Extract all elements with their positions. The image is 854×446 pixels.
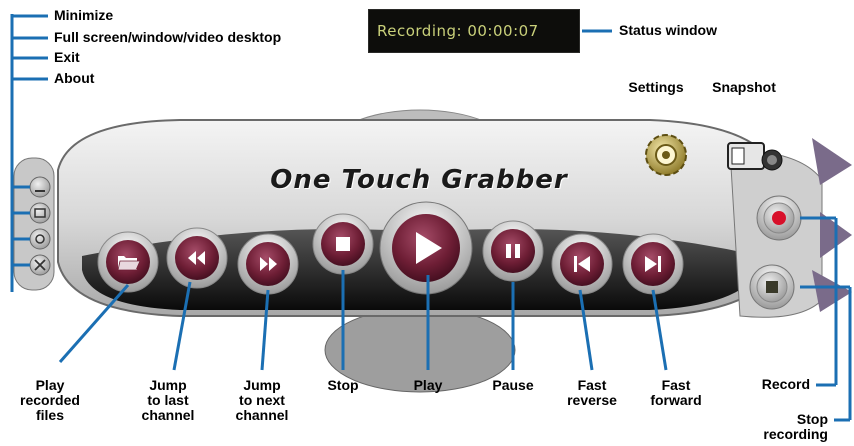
fast-forward-button[interactable] [622, 233, 684, 295]
about-button[interactable] [29, 254, 51, 276]
callout-pause: Pause [492, 377, 534, 393]
gear-icon [645, 134, 687, 176]
callout-about: About [54, 70, 95, 86]
pause-button[interactable] [482, 220, 544, 282]
callout-line: Jump [149, 377, 187, 393]
callout-play: Play [413, 377, 443, 393]
callout-line: recording [763, 426, 828, 442]
callout-line: channel [235, 407, 289, 423]
callout-line: channel [141, 407, 195, 423]
callout-fast-reverse: Fast reverse [557, 378, 627, 408]
settings-button[interactable] [645, 134, 687, 176]
callout-jump-last: Jump to last channel [128, 378, 208, 423]
callout-status-window: Status window [619, 22, 717, 38]
jump-last-channel-button[interactable] [166, 227, 228, 289]
play-recorded-files-button[interactable] [97, 231, 159, 293]
callout-line: reverse [567, 392, 617, 408]
callout-snapshot: Snapshot [712, 79, 776, 95]
stop-recording-button[interactable] [749, 264, 795, 310]
callout-record: Record [761, 376, 810, 392]
right-wing-bottom [812, 270, 852, 312]
stop-button[interactable] [312, 213, 374, 275]
callout-line: Fast [661, 377, 691, 393]
status-window: Recording: 00:00:07 [368, 9, 580, 53]
callout-exit: Exit [54, 49, 80, 65]
callout-jump-next: Jump to next channel [222, 378, 302, 423]
record-dot-icon [772, 211, 786, 225]
stop-square-icon [766, 281, 778, 293]
callout-line: to next [239, 392, 285, 408]
status-text: Recording: 00:00:07 [377, 22, 539, 40]
callout-stop: Stop [327, 377, 359, 393]
minimize-button[interactable] [29, 176, 51, 198]
callout-settings: Settings [628, 79, 684, 95]
callout-play-recorded: Play recorded files [10, 378, 90, 423]
minimize-icon [35, 190, 45, 192]
callout-line: Fast [577, 377, 607, 393]
callout-fullscreen: Full screen/window/video desktop [54, 29, 282, 45]
callout-fast-forward: Fast forward [636, 378, 716, 408]
exit-button[interactable] [29, 228, 51, 250]
stop-square-icon [336, 237, 350, 251]
app-title: One Touch Grabber [270, 165, 568, 195]
jump-next-channel-button[interactable] [237, 233, 299, 295]
folder-open-icon [117, 256, 141, 271]
callout-line: Play [35, 377, 65, 393]
snapshot-button[interactable] [727, 142, 783, 171]
callout-line: forward [650, 392, 702, 408]
callout-line: files [35, 407, 64, 423]
callout-line: to last [147, 392, 189, 408]
camera-icon [727, 142, 783, 171]
callout-line: Stop [796, 411, 828, 427]
callout-line: recorded [20, 392, 80, 408]
fast-reverse-button[interactable] [551, 233, 613, 295]
record-button[interactable] [756, 195, 802, 241]
callout-minimize: Minimize [54, 7, 114, 23]
play-button[interactable] [379, 201, 473, 295]
callout-stop-recording: Stop recording [730, 412, 828, 442]
fullscreen-button[interactable] [29, 202, 51, 224]
callout-line: Jump [243, 377, 281, 393]
